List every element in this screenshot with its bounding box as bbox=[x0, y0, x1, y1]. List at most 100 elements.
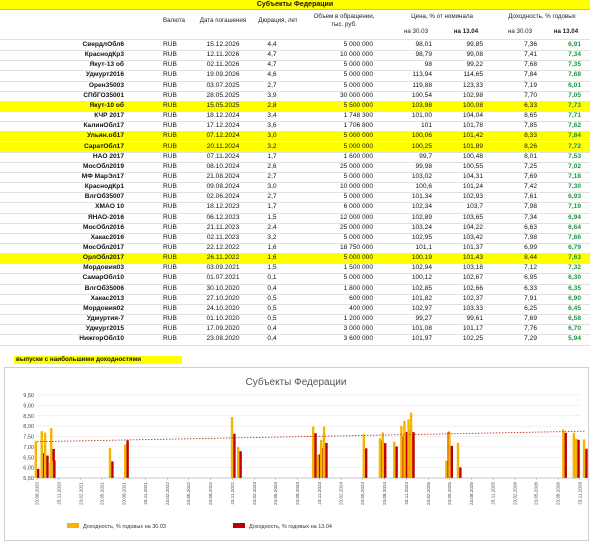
price-1304-cell: 101,24 bbox=[462, 183, 483, 191]
price-1304-cell: 103,7 bbox=[466, 203, 483, 211]
bar-yield-3003 bbox=[378, 438, 382, 478]
bar-yield-3003 bbox=[574, 438, 578, 478]
maturity-cell: 18.12.2024 bbox=[206, 112, 240, 120]
table-row: Орен35003 RUB 03.07.2025 2,7 5 000 000 119,88… bbox=[0, 81, 590, 91]
duration-cell: 4,7 bbox=[267, 61, 277, 69]
currency-cell: RUB bbox=[163, 294, 177, 302]
maturity-cell: 07.11.2024 bbox=[206, 152, 240, 160]
duration-cell: 2,8 bbox=[267, 101, 277, 109]
volume-cell: 600 000 bbox=[349, 294, 373, 302]
yield-3003-cell: 7,36 bbox=[524, 41, 537, 48]
issuer-name: МосОбл2019 bbox=[83, 162, 124, 170]
maturity-cell: 22.12.2022 bbox=[206, 244, 240, 251]
price-1304-cell: 100,08 bbox=[462, 101, 483, 109]
table-row: МосОбл2016 RUB 21.11.2023 2,4 25 000 000 103,… bbox=[0, 223, 590, 233]
table-row: Удмуртия-7 RUB 01.10.2020 0,5 1 200 000 99,27… bbox=[0, 314, 590, 324]
duration-cell: 2,7 bbox=[267, 172, 277, 180]
price-3003-cell: 98,79 bbox=[415, 51, 432, 59]
issuer-name: Якут-13 об bbox=[89, 61, 124, 69]
issuer-name: КраснодКр3 bbox=[84, 51, 124, 59]
duration-cell: 1,5 bbox=[267, 264, 277, 272]
yield-1304-cell: 6,94 bbox=[568, 213, 581, 221]
yield-3003-cell: 7,12 bbox=[524, 264, 537, 272]
price-1304-cell: 102,37 bbox=[462, 294, 483, 302]
currency-cell: RUB bbox=[163, 304, 177, 312]
price-1304-cell: 102,66 bbox=[462, 284, 483, 292]
yield-3003-cell: 8,33 bbox=[524, 132, 537, 140]
currency-cell: RUB bbox=[163, 142, 177, 150]
bar-yield-3003 bbox=[50, 460, 54, 478]
price-1304-cell: 104,04 bbox=[462, 112, 483, 120]
price-1304-cell: 99,22 bbox=[466, 61, 483, 69]
maturity-cell: 12.11.2026 bbox=[206, 51, 240, 59]
table-row: МосОбл2017 RUB 22.12.2022 1,6 18 750 000 101,… bbox=[0, 243, 590, 253]
volume-cell: 6 000 000 bbox=[343, 203, 373, 211]
maturity-cell: 02.06.2024 bbox=[206, 193, 240, 201]
currency-cell: RUB bbox=[163, 152, 177, 160]
maturity-cell: 03.07.2025 bbox=[206, 81, 240, 89]
price-3003-cell: 102,95 bbox=[411, 233, 432, 241]
yield-1304-cell: 6,91 bbox=[568, 41, 581, 48]
x-tick-label: 23.02.2021 bbox=[78, 482, 83, 505]
volume-cell: 12 000 000 bbox=[339, 213, 373, 221]
yield-1304-cell: 7,71 bbox=[568, 112, 581, 120]
price-1304-cell: 102,98 bbox=[462, 91, 483, 99]
yield-3003-cell: 6,33 bbox=[524, 101, 537, 109]
currency-cell: RUB bbox=[163, 183, 177, 191]
yield-1304-cell: 7,34 bbox=[568, 51, 581, 59]
volume-cell: 5 000 000 bbox=[343, 71, 373, 79]
duration-cell: 0,4 bbox=[267, 335, 277, 343]
yield-1304-cell: 6,35 bbox=[568, 284, 581, 292]
currency-cell: RUB bbox=[163, 112, 177, 120]
table-title: Субъекты Федерации bbox=[0, 0, 590, 10]
issuer-name: МФ МарЭл17 bbox=[81, 172, 124, 180]
price-3003-cell: 102,89 bbox=[411, 213, 432, 221]
maturity-cell: 17.09.2020 bbox=[206, 325, 240, 333]
bar-yield-3003 bbox=[407, 419, 410, 478]
row-divider bbox=[0, 344, 590, 346]
duration-cell: 1,6 bbox=[267, 254, 277, 262]
yield-3003-cell: 7,70 bbox=[524, 91, 537, 99]
x-tick-label: 23.02.2026 bbox=[513, 482, 518, 505]
x-tick-label: 23.11.2021 bbox=[143, 482, 148, 505]
maturity-cell: 02.11.2026 bbox=[206, 61, 240, 69]
issuer-name: Удмурт2015 bbox=[85, 325, 124, 333]
table-row: Мордовия03 RUB 03.09.2021 1,5 1 500 000 102,9… bbox=[0, 263, 590, 273]
currency-cell: RUB bbox=[163, 61, 177, 69]
maturity-cell: 19.09.2026 bbox=[206, 71, 240, 79]
x-tick-label: 23.11.2024 bbox=[404, 482, 409, 505]
bar-yield-3003 bbox=[108, 447, 112, 478]
chart-legend: Доходность, % годовых на 30.03 Доходност… bbox=[67, 523, 332, 530]
bar-yield-3003 bbox=[409, 412, 413, 478]
bar-yield-1304 bbox=[564, 432, 567, 478]
currency-cell: RUB bbox=[163, 203, 177, 211]
x-tick-label: 23.08.2021 bbox=[121, 482, 126, 505]
highlight-note: выпуски с наибольшими доходностями bbox=[14, 356, 182, 364]
y-tick-label: 9,00 bbox=[23, 403, 34, 409]
table-row: КраснодКр3 RUB 12.11.2026 4,7 10 000 000 98,7… bbox=[0, 50, 590, 60]
yield-3003-cell: 7,85 bbox=[524, 122, 537, 130]
yield-1304-cell: 7,19 bbox=[568, 203, 581, 211]
issuer-name: Хакас2016 bbox=[90, 233, 124, 241]
price-3003-cell: 98 bbox=[424, 61, 432, 69]
bar-yield-1304 bbox=[412, 432, 415, 478]
volume-cell: 5 000 000 bbox=[343, 61, 373, 69]
issuer-name: Якут-10 об bbox=[89, 101, 124, 109]
duration-cell: 1,7 bbox=[267, 152, 277, 160]
price-1304-cell: 102,25 bbox=[462, 335, 483, 343]
price-1304-cell: 104,31 bbox=[462, 172, 483, 180]
price-3003-cell: 102,34 bbox=[411, 203, 432, 211]
volume-cell: 5 000 000 bbox=[343, 274, 373, 282]
yield-1304-cell: 7,68 bbox=[568, 71, 581, 79]
header-volume-line1: Объем в обращении, bbox=[313, 13, 375, 20]
issuer-name: СамарОбл10 bbox=[82, 274, 124, 282]
yield-3003-cell: 8,26 bbox=[524, 142, 537, 150]
yield-3003-cell: 6,33 bbox=[524, 284, 537, 292]
currency-cell: RUB bbox=[163, 172, 177, 180]
price-1304-cell: 101,42 bbox=[462, 132, 483, 140]
bar-yield-1304 bbox=[364, 448, 368, 478]
maturity-cell: 28.05.2025 bbox=[206, 91, 240, 99]
duration-cell: 2,7 bbox=[267, 81, 277, 89]
bar-yield-1304 bbox=[585, 448, 588, 478]
currency-cell: RUB bbox=[163, 254, 177, 262]
